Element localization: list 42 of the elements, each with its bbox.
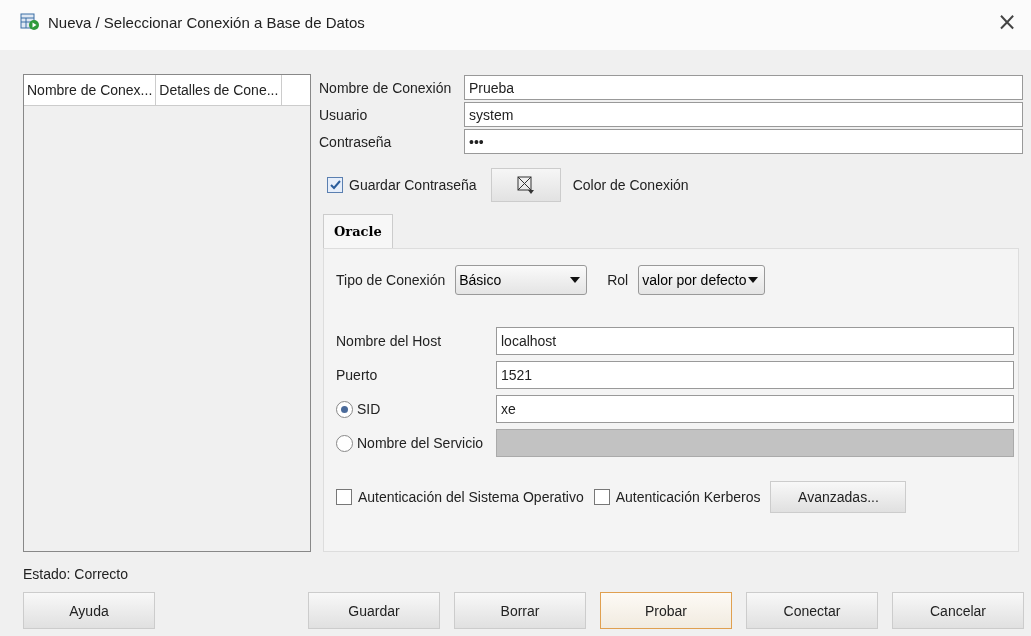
close-button[interactable]: ×: [990, 8, 1023, 36]
checkbox[interactable]: [593, 489, 610, 505]
input-field[interactable]: localhost: [496, 327, 1014, 355]
input-field[interactable]: 1521: [496, 361, 1014, 389]
window-title: Nueva / Seleccionar Conexión a Base de Datos: [48, 13, 366, 31]
dialog-button[interactable]: Probar: [600, 592, 732, 629]
field-label: Nombre del Host: [336, 333, 442, 349]
database-connection-icon: [20, 13, 40, 31]
dialog-button[interactable]: Ayuda: [23, 592, 155, 629]
connections-list[interactable]: Nombre de Conex... Detalles de Cone...: [23, 74, 311, 552]
checkbox[interactable]: [327, 177, 343, 193]
field-label: Tipo de Conexión: [336, 272, 446, 288]
field-label: Nombre de Conexión: [319, 79, 453, 96]
color-swatch-icon: [515, 175, 536, 195]
field-label: Nombre del Servicio: [357, 435, 484, 451]
tab[interactable]: Oracle: [323, 214, 393, 248]
dropdown[interactable]: valor por defecto: [638, 265, 766, 295]
field-label: SID: [357, 401, 381, 417]
checkbox[interactable]: [336, 489, 352, 505]
field-label: Puerto: [336, 367, 378, 383]
input-field[interactable]: xe: [496, 395, 1014, 423]
status-text: Estado: Correcto: [23, 566, 130, 584]
column-header[interactable]: Detalles de Cone...: [156, 75, 283, 105]
radio-button[interactable]: [336, 400, 353, 418]
color-label: Color de Conexión: [572, 177, 689, 193]
advanced-button[interactable]: Avanzadas...: [770, 481, 907, 513]
checkbox-label: Guardar Contraseña: [349, 177, 477, 193]
dropdown[interactable]: Básico: [455, 265, 588, 295]
column-header[interactable]: Nombre de Conex...: [24, 75, 157, 105]
field-label: Contraseña: [319, 133, 393, 150]
field-label: Rol: [607, 272, 629, 288]
input-field[interactable]: •••: [464, 129, 1023, 154]
dialog-button[interactable]: Borrar: [454, 592, 586, 629]
color-button[interactable]: [490, 168, 561, 202]
field-label: Usuario: [319, 106, 369, 123]
checkbox-label: Autenticación del Sistema Operativo: [358, 489, 584, 505]
input-field[interactable]: system: [464, 102, 1023, 127]
dialog-button[interactable]: Conectar: [746, 592, 878, 629]
input-field[interactable]: Prueba: [464, 75, 1023, 100]
dialog-button[interactable]: Cancelar: [892, 592, 1024, 629]
dialog-button[interactable]: Guardar: [308, 592, 440, 629]
checkbox-label: Autenticación Kerberos: [615, 489, 761, 505]
